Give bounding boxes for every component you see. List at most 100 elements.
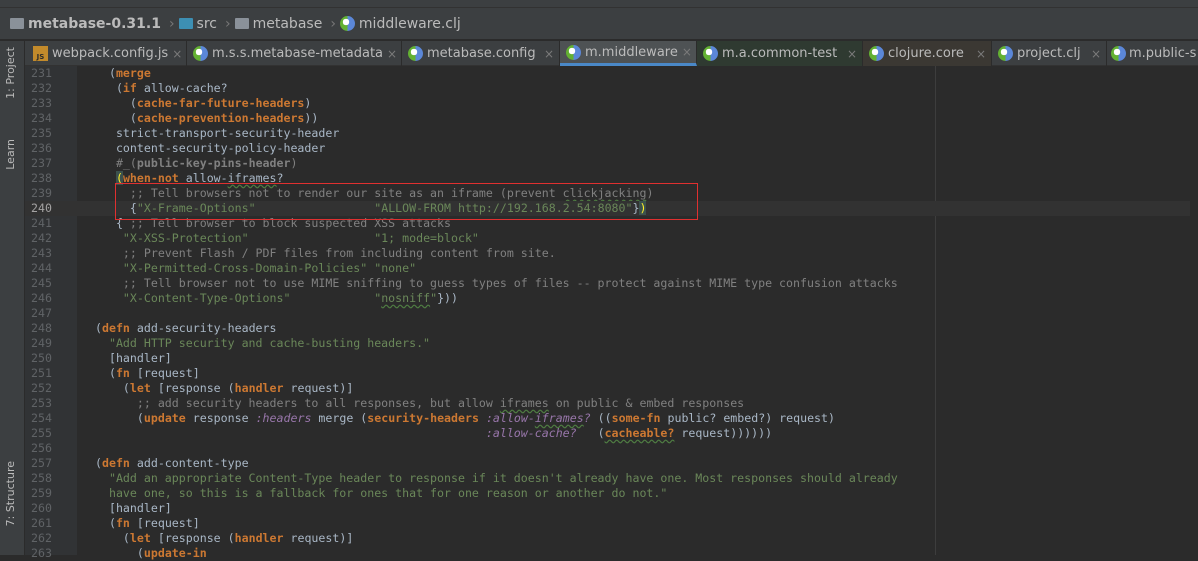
line-text: have one, so this is a fallback for ones… bbox=[95, 486, 667, 501]
line-text: (defn add-content-type bbox=[95, 456, 249, 471]
line-number: 251 bbox=[31, 366, 52, 380]
code-token: ( bbox=[95, 321, 102, 335]
code-line[interactable]: 245 ;; Tell browser not to use MIME snif… bbox=[25, 276, 1190, 291]
code-line[interactable]: 263 (update-in bbox=[25, 546, 1190, 561]
code-line[interactable]: 252 (let [response (handler request)] bbox=[25, 381, 1190, 396]
code-line[interactable]: 255 :allow-cache? (cacheable? request)))… bbox=[25, 426, 1190, 441]
learn-tool-button[interactable]: Learn bbox=[4, 139, 17, 170]
code-token: ) bbox=[290, 156, 298, 170]
code-token: ;; add security headers to all responses… bbox=[95, 396, 500, 410]
code-token: :allow-cache? bbox=[485, 426, 577, 440]
code-line[interactable]: 232 (if allow-cache? bbox=[25, 81, 1190, 96]
code-line[interactable]: 256 bbox=[25, 441, 1190, 456]
code-token: ( bbox=[95, 111, 137, 125]
code-token: merge ( bbox=[311, 411, 368, 425]
code-line[interactable]: 259 have one, so this is a fallback for … bbox=[25, 486, 1190, 501]
code-line[interactable]: 257 (defn add-content-type bbox=[25, 456, 1190, 471]
close-tab-icon[interactable]: × bbox=[544, 47, 554, 61]
line-number: 263 bbox=[31, 546, 52, 560]
close-tab-icon[interactable]: × bbox=[976, 47, 986, 61]
clojure-file-icon bbox=[339, 16, 355, 31]
code-line[interactable]: 243 ;; Prevent Flash / PDF files from in… bbox=[25, 246, 1190, 261]
tab-project-clj[interactable]: project.clj × bbox=[992, 41, 1107, 66]
code-token: ( bbox=[95, 411, 144, 425]
code-line[interactable]: 261 (fn [request] bbox=[25, 516, 1190, 531]
breadcrumb-src[interactable]: src bbox=[178, 16, 217, 32]
clojure-file-icon bbox=[998, 46, 1013, 61]
code-editor[interactable]: 231 (merge 232 (if allow-cache? 233 (cache… bbox=[25, 66, 1190, 561]
code-line[interactable]: 254 (update response :headers merge (sec… bbox=[25, 411, 1190, 426]
code-token: iframes bbox=[499, 396, 549, 410]
code-token: ? bbox=[583, 411, 591, 425]
line-number: 260 bbox=[31, 501, 52, 515]
code-line[interactable]: 253 ;; add security headers to all respo… bbox=[25, 396, 1190, 411]
code-line[interactable]: 260 [handler] bbox=[25, 501, 1190, 516]
line-number: 239 bbox=[31, 186, 52, 200]
code-line[interactable]: 248 (defn add-security-headers bbox=[25, 321, 1190, 336]
code-token: [request] bbox=[129, 366, 200, 380]
close-tab-icon[interactable]: × bbox=[847, 47, 857, 61]
code-token: [request] bbox=[129, 516, 200, 530]
code-token: request)))))) bbox=[674, 426, 773, 440]
code-line[interactable]: 247 bbox=[25, 306, 1190, 321]
breadcrumb-separator: › bbox=[330, 15, 336, 32]
breadcrumb-metabase[interactable]: metabase bbox=[234, 16, 322, 32]
close-tab-icon[interactable]: × bbox=[682, 45, 692, 59]
clojure-file-icon bbox=[408, 46, 423, 61]
line-text: [handler] bbox=[95, 351, 172, 366]
code-token: ( bbox=[95, 66, 116, 80]
code-token: handler bbox=[234, 531, 284, 545]
tab-m-a-common-test[interactable]: m.a.common-test × bbox=[697, 41, 863, 66]
line-number: 253 bbox=[31, 396, 52, 410]
code-line[interactable]: 234 (cache-prevention-headers)) bbox=[25, 111, 1190, 126]
code-line[interactable]: 244 "X-Permitted-Cross-Domain-Policies" … bbox=[25, 261, 1190, 276]
code-line[interactable]: 236 content-security-policy-header bbox=[25, 141, 1190, 156]
tab-metabase-config[interactable]: metabase.config × bbox=[402, 41, 560, 66]
code-line[interactable]: 237 #_(public-key-pins-header) bbox=[25, 156, 1190, 171]
tab-clojure-core[interactable]: clojure.core × bbox=[863, 41, 992, 66]
tab-m-middleware[interactable]: m.middleware × bbox=[560, 41, 697, 66]
code-line[interactable]: 262 (let [response (handler request)] bbox=[25, 531, 1190, 546]
close-tab-icon[interactable]: × bbox=[172, 47, 182, 61]
code-line[interactable]: 235 strict-transport-security-header bbox=[25, 126, 1190, 141]
code-line[interactable]: 250 [handler] bbox=[25, 351, 1190, 366]
tab-m-s-s-metabase-metadata[interactable]: m.s.s.metabase-metadata × bbox=[187, 41, 402, 66]
line-text: (if allow-cache? bbox=[95, 81, 228, 96]
structure-tool-button[interactable]: 7: Structure bbox=[4, 461, 17, 526]
line-text: (update-in bbox=[95, 546, 207, 561]
line-text: (fn [request] bbox=[95, 516, 200, 531]
code-line[interactable]: 233 (cache-far-future-headers) bbox=[25, 96, 1190, 111]
line-number: 257 bbox=[31, 456, 52, 470]
code-line[interactable]: 251 (fn [request] bbox=[25, 366, 1190, 381]
close-tab-icon[interactable]: × bbox=[1091, 47, 1101, 61]
tab-webpack-config-js[interactable]: JS webpack.config.js × bbox=[27, 41, 187, 66]
code-token: ( bbox=[95, 546, 144, 560]
code-token: ;; Prevent Flash / PDF files from includ… bbox=[95, 246, 556, 260]
line-text: (cache-prevention-headers)) bbox=[95, 111, 319, 126]
code-line[interactable]: 249 "Add HTTP security and cache-busting… bbox=[25, 336, 1190, 351]
code-line[interactable]: 246 "X-Content-Type-Options" "nosniff"})… bbox=[25, 291, 1190, 306]
breadcrumb-project[interactable]: metabase-0.31.1 bbox=[10, 16, 161, 32]
breadcrumb-separator: › bbox=[168, 15, 175, 32]
code-token: iframes bbox=[534, 411, 584, 425]
line-text: "Add HTTP security and cache-busting hea… bbox=[95, 336, 430, 351]
code-token: public? embed?) request) bbox=[660, 411, 836, 425]
editor-scrollbar[interactable] bbox=[1190, 66, 1198, 555]
code-line[interactable]: 258 "Add an appropriate Content-Type hea… bbox=[25, 471, 1190, 486]
code-token: merge bbox=[115, 66, 151, 80]
line-number: 247 bbox=[31, 306, 52, 320]
code-token: ( bbox=[95, 366, 116, 380]
breadcrumb-file[interactable]: middleware.clj bbox=[339, 16, 461, 32]
project-tool-button[interactable]: 1: Project bbox=[4, 47, 17, 99]
code-token: cache-prevention-headers bbox=[136, 111, 305, 125]
code-line[interactable]: 242 "X-XSS-Protection" "1; mode=block" bbox=[25, 231, 1190, 246]
tab-m-public-s[interactable]: m.public-s bbox=[1107, 41, 1198, 66]
line-text: "X-Content-Type-Options" "nosniff"})) bbox=[95, 291, 458, 306]
close-tab-icon[interactable]: × bbox=[387, 47, 397, 61]
code-line[interactable]: 231 (merge bbox=[25, 66, 1190, 81]
line-text: "Add an appropriate Content-Type header … bbox=[95, 471, 898, 486]
